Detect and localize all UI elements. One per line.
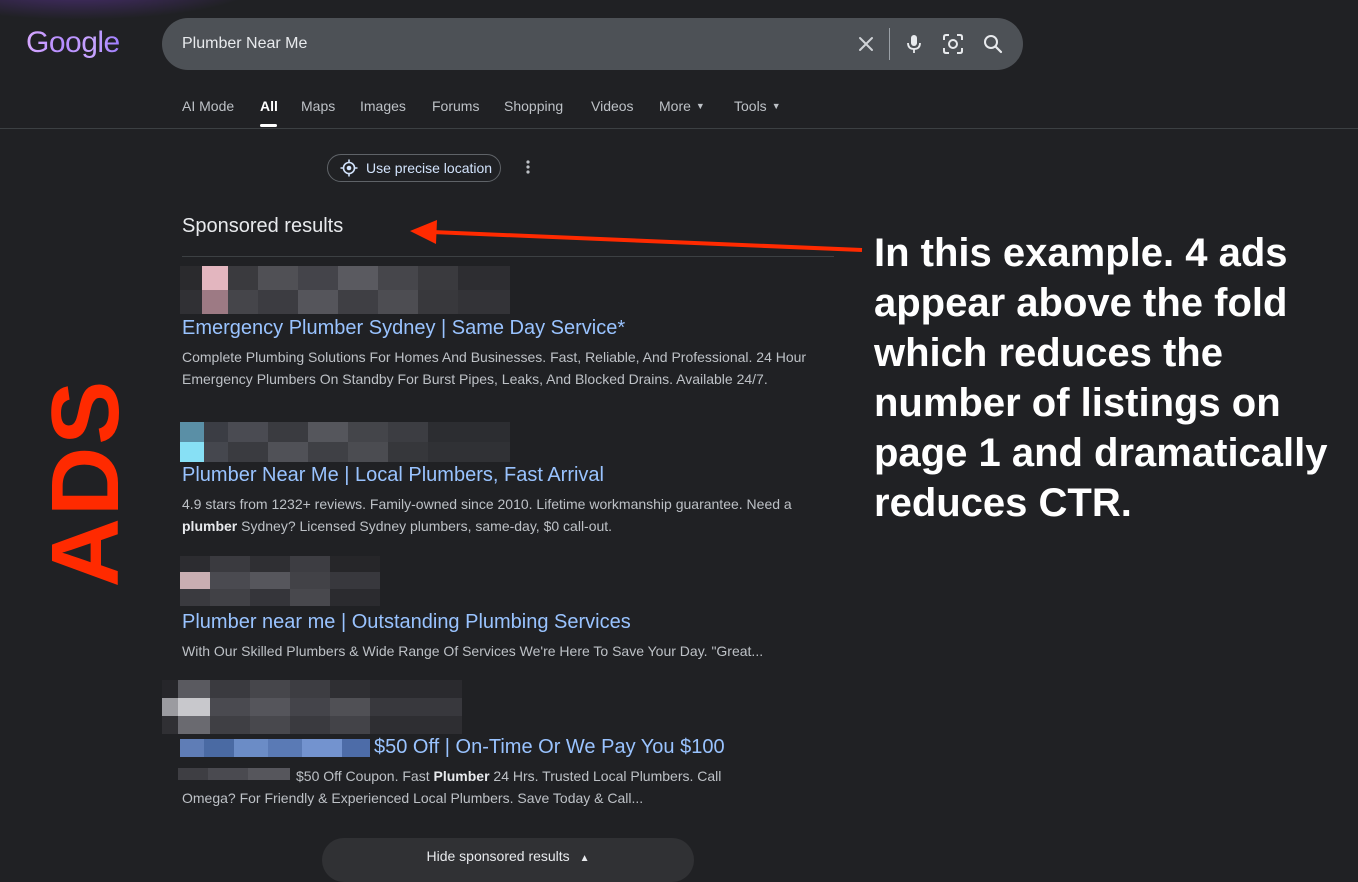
ad-title-link[interactable]: Plumber Near Me | Local Plumbers, Fast A… [182, 464, 604, 487]
ad-description: With Our Skilled Plumbers & Wide Range O… [182, 640, 822, 662]
ad-description: 4.9 stars from 1232+ reviews. Family-own… [182, 493, 822, 537]
microphone-icon[interactable] [902, 32, 926, 56]
caret-down-icon: ▼ [695, 101, 705, 111]
tab-images[interactable]: Images [360, 98, 406, 114]
use-precise-location-button[interactable]: Use precise location [327, 154, 501, 182]
google-logo[interactable]: Google [26, 26, 120, 60]
more-options-icon[interactable] [520, 158, 536, 178]
tab-forums[interactable]: Forums [432, 98, 479, 114]
tab-tools[interactable]: Tools ▼ [734, 98, 781, 114]
blurred-advertiser-info [180, 266, 510, 314]
tab-all[interactable]: All [260, 98, 278, 114]
ad-title-link[interactable]: Plumber near me | Outstanding Plumbing S… [182, 611, 631, 634]
lens-icon[interactable] [941, 32, 965, 56]
ad-description-line: plumber Sydney? Licensed Sydney plumbers… [182, 515, 822, 537]
location-target-icon [340, 159, 358, 177]
chevron-up-icon: ▲ [579, 853, 590, 864]
ad-keyword: Plumber [433, 768, 490, 784]
tab-tools-label: Tools [734, 98, 767, 114]
search-bar[interactable] [162, 18, 1023, 70]
tab-shopping[interactable]: Shopping [504, 98, 563, 114]
search-input[interactable] [182, 32, 822, 56]
callout-line: reduces CTR. [874, 481, 1132, 525]
use-precise-location-label: Use precise location [366, 160, 493, 176]
ad-title-link[interactable]: Emergency Plumber Sydney | Same Day Serv… [182, 317, 625, 340]
ad-description-line: With Our Skilled Plumbers & Wide Range O… [182, 643, 764, 659]
ads-annotation-label: ADS [32, 378, 139, 588]
tabs-divider [0, 128, 1358, 129]
ad-description-line: Omega? For Friendly & Experienced Local … [182, 790, 644, 806]
sponsored-results-heading: Sponsored results [182, 215, 344, 237]
search-icon[interactable] [981, 32, 1005, 56]
ad-description-line: Emergency Plumbers On Standby For Burst … [182, 371, 768, 387]
callout-line: number of listings on [874, 381, 1281, 425]
ad-title-link[interactable]: $50 Off | On-Time Or We Pay You $100 [374, 736, 725, 759]
close-icon[interactable] [854, 32, 878, 56]
annotation-callout: In this example. 4 ads appear above the … [874, 228, 1358, 528]
callout-line: In this example. 4 ads [874, 231, 1288, 275]
sponsored-divider [182, 256, 834, 257]
search-divider [889, 28, 890, 60]
blurred-advertiser-info [180, 422, 510, 462]
tab-videos[interactable]: Videos [591, 98, 634, 114]
blurred-advertiser-info [162, 680, 462, 734]
ad-description-text: $50 Off Coupon. Fast [296, 768, 434, 784]
purple-glow [0, 0, 260, 20]
ad-description: Complete Plumbing Solutions For Homes An… [182, 346, 822, 390]
callout-line: which reduces the [874, 331, 1223, 375]
ad-description-line: Complete Plumbing Solutions For Homes An… [182, 349, 807, 365]
tab-maps[interactable]: Maps [301, 98, 335, 114]
caret-down-icon: ▼ [771, 101, 781, 111]
ad-description-line: 4.9 stars from 1232+ reviews. Family-own… [182, 496, 792, 512]
blurred-display-url [178, 768, 290, 780]
blurred-advertiser-name [180, 739, 370, 757]
hide-sponsored-results-label: Hide sponsored results [426, 848, 570, 864]
hide-sponsored-results-button[interactable]: Hide sponsored results ▲ [322, 838, 694, 882]
blurred-advertiser-info [180, 556, 380, 606]
ad-description-line: $50 Off Coupon. Fast Plumber 24 Hrs. Tru… [296, 765, 816, 787]
active-tab-indicator [260, 124, 277, 127]
ad-description-text: 24 Hrs. Trusted Local Plumbers. Call [489, 768, 722, 784]
ad-description-text: Sydney? Licensed Sydney plumbers, same-d… [237, 518, 613, 534]
callout-line: page 1 and dramatically [874, 431, 1328, 475]
tab-ai-mode[interactable]: AI Mode [182, 98, 234, 114]
tab-more-label: More [659, 98, 691, 114]
tab-more[interactable]: More ▼ [659, 98, 705, 114]
callout-line: appear above the fold [874, 281, 1288, 325]
ad-keyword: plumber [182, 518, 238, 534]
